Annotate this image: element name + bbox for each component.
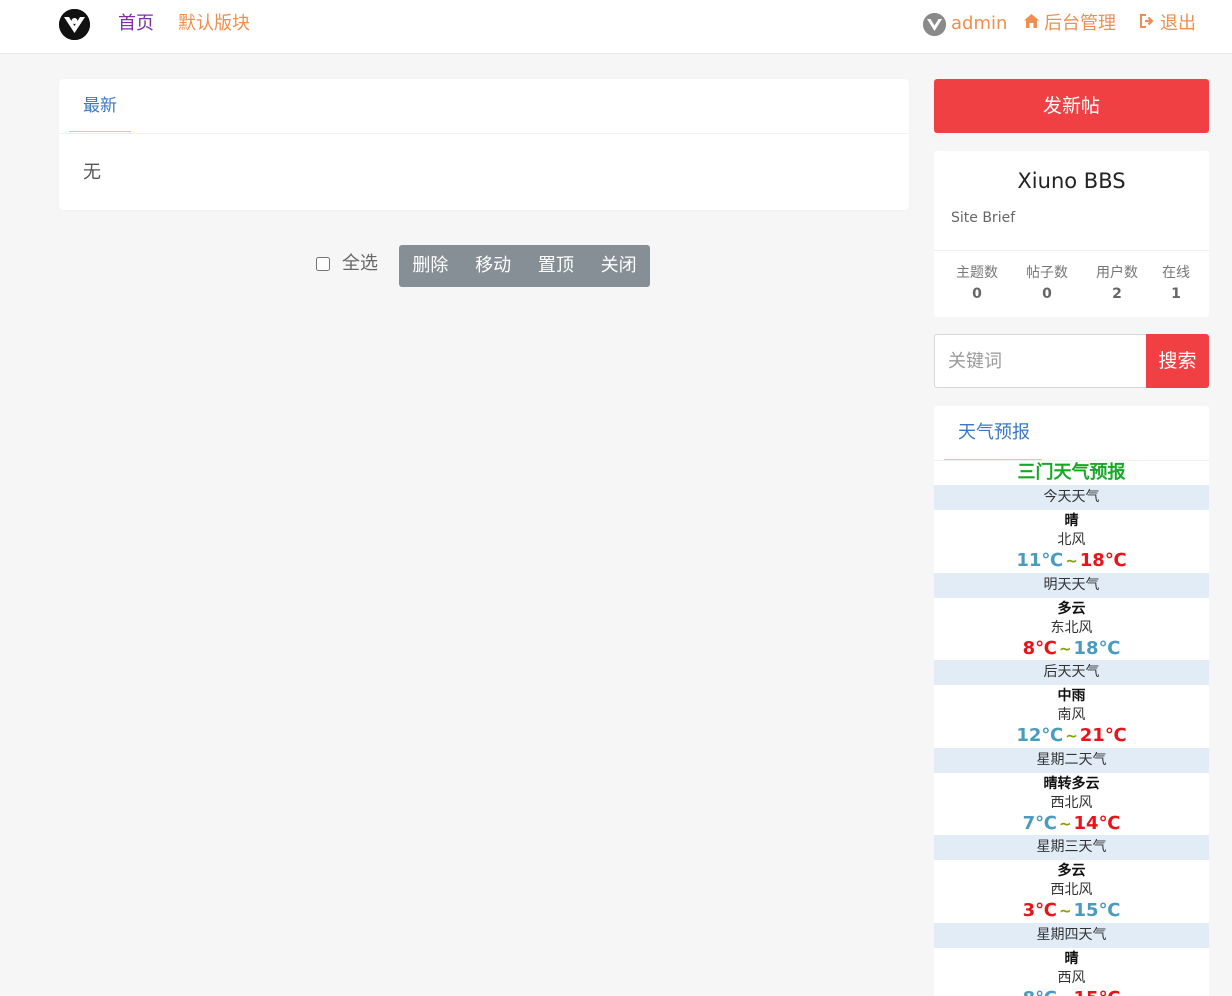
- stat-posts: 帖子数 0: [1016, 264, 1078, 303]
- weather-day-head: 明天天气: [934, 573, 1209, 598]
- temp-high: 18℃: [1079, 550, 1127, 571]
- weather-day: 星期三天气 多云 西北风 3℃ ~15℃: [934, 835, 1209, 923]
- home-icon: [1023, 13, 1040, 35]
- weather-day: 今天天气 晴 北风 11℃ ~18℃: [934, 485, 1209, 573]
- close-thread-button[interactable]: 关闭: [587, 245, 650, 287]
- nav-home-link[interactable]: 首页: [118, 13, 154, 35]
- weather-condition: 中雨: [1057, 688, 1086, 704]
- temp-second: 15℃: [1073, 900, 1121, 921]
- weather-tab-bar: 天气预报: [934, 406, 1209, 461]
- tab-weather[interactable]: 天气预报: [944, 406, 1042, 460]
- weather-wind: 西风: [1057, 970, 1086, 986]
- stat-label: 用户数: [1096, 265, 1138, 281]
- delete-button[interactable]: 删除: [399, 245, 462, 287]
- select-all-control[interactable]: 全选: [316, 253, 378, 275]
- temp-separator: ~: [1065, 727, 1078, 745]
- weather-wind: 北风: [1057, 532, 1086, 548]
- stat-online: 在线 1: [1145, 264, 1207, 303]
- weather-day-head: 后天天气: [934, 660, 1209, 685]
- temp-high: 14℃: [1073, 813, 1121, 834]
- stat-label: 主题数: [956, 265, 998, 281]
- admin-manage-label: 后台管理: [1044, 13, 1116, 34]
- pin-top-button[interactable]: 置顶: [525, 245, 588, 287]
- temp-separator: ~: [1058, 640, 1072, 658]
- weather-day: 星期二天气 晴转多云 西北风 7℃ ~14℃: [934, 748, 1209, 836]
- temp-low: 8℃: [1023, 988, 1057, 996]
- weather-temp: 11℃ ~18℃: [934, 549, 1209, 573]
- stat-threads: 主题数 0: [946, 264, 1008, 303]
- weather-temp: 12℃ ~21℃: [934, 724, 1209, 748]
- top-navbar: 首页 默认版块 admin 后台管理 退出: [0, 0, 1232, 54]
- temp-low: 12℃: [1016, 725, 1064, 746]
- weather-temp: 8℃~15℃: [934, 987, 1209, 996]
- new-post-button[interactable]: 发新帖: [934, 79, 1209, 133]
- search-input[interactable]: [934, 334, 1147, 388]
- temp-low: 7℃: [1022, 813, 1057, 834]
- temp-high: 21℃: [1079, 725, 1127, 746]
- temp-first: 8℃: [1022, 638, 1057, 659]
- weather-temp: 8℃ ~18℃: [934, 637, 1209, 661]
- stat-users: 用户数 2: [1086, 264, 1148, 303]
- weather-day: 后天天气 中雨 南风 12℃ ~21℃: [934, 660, 1209, 748]
- temp-separator: ~: [1058, 815, 1072, 833]
- temp-high: 15℃: [1074, 988, 1121, 996]
- weather-condition: 多云: [1057, 863, 1086, 879]
- site-name: Xiuno BBS: [1017, 169, 1126, 193]
- temp-separator: ~: [1058, 902, 1072, 920]
- stat-value: 0: [1042, 286, 1052, 302]
- search-form: 搜索: [934, 334, 1209, 388]
- logout-link[interactable]: 退出: [1139, 13, 1196, 35]
- weather-wind: 南风: [1057, 707, 1086, 723]
- weather-day: 星期四天气 晴 西风 8℃~15℃: [934, 923, 1209, 996]
- admin-manage-link[interactable]: 后台管理: [1023, 13, 1116, 35]
- move-button[interactable]: 移动: [462, 245, 525, 287]
- mod-button-group: 删除 移动 置顶 关闭: [399, 245, 650, 287]
- temp-first: 3℃: [1022, 900, 1057, 921]
- weather-card: 天气预报 三门天气预报 今天天气 晴 北风 11℃ ~18℃ 明天天气 多云 东北…: [934, 406, 1209, 996]
- stat-value: 1: [1171, 286, 1181, 302]
- xiuno-logo-icon[interactable]: [59, 9, 90, 40]
- temp-second: 18℃: [1073, 638, 1121, 659]
- empty-thread-text: 无: [83, 162, 101, 183]
- sign-out-icon: [1139, 13, 1156, 35]
- nav-forum-link[interactable]: 默认版块: [178, 13, 250, 35]
- weather-day-head: 今天天气: [934, 485, 1209, 510]
- thread-list-card: 最新 无: [59, 79, 909, 210]
- search-button[interactable]: 搜索: [1146, 334, 1209, 388]
- user-avatar-icon[interactable]: [923, 13, 946, 36]
- weather-temp: 3℃ ~15℃: [934, 899, 1209, 923]
- stat-value: 0: [972, 286, 982, 302]
- weather-title: 三门天气预报: [1017, 462, 1126, 483]
- stat-value: 2: [1112, 286, 1122, 302]
- weather-day-head: 星期四天气: [934, 923, 1209, 948]
- logout-label: 退出: [1160, 13, 1196, 34]
- tab-latest[interactable]: 最新: [69, 79, 131, 132]
- weather-day: 明天天气 多云 东北风 8℃ ~18℃: [934, 573, 1209, 661]
- site-info-card: Xiuno BBS Site Brief 主题数 0 帖子数 0 用户数 2 在…: [934, 151, 1209, 317]
- weather-condition: 多云: [1057, 601, 1086, 617]
- user-name-link[interactable]: admin: [951, 13, 1007, 35]
- weather-wind: 东北风: [1050, 620, 1093, 636]
- weather-condition: 晴: [1064, 951, 1079, 967]
- thread-tab-bar: 最新: [59, 79, 909, 134]
- weather-condition: 晴: [1064, 513, 1079, 529]
- weather-condition: 晴转多云: [1043, 776, 1100, 792]
- stat-label: 帖子数: [1026, 265, 1068, 281]
- tab-latest-label: 最新: [83, 96, 117, 116]
- weather-day-head: 星期二天气: [934, 748, 1209, 773]
- stat-label: 在线: [1162, 265, 1190, 281]
- weather-temp: 7℃ ~14℃: [934, 812, 1209, 836]
- weather-day-head: 星期三天气: [934, 835, 1209, 860]
- select-all-label: 全选: [342, 253, 378, 274]
- temp-separator: ~: [1059, 990, 1072, 996]
- site-brief: Site Brief: [951, 210, 1016, 226]
- tab-weather-label: 天气预报: [958, 422, 1030, 443]
- select-all-checkbox[interactable]: [316, 257, 330, 271]
- weather-wind: 西北风: [1050, 882, 1093, 898]
- temp-separator: ~: [1065, 552, 1078, 570]
- stats-divider: [934, 250, 1209, 251]
- weather-wind: 西北风: [1050, 795, 1093, 811]
- temp-low: 11℃: [1016, 550, 1064, 571]
